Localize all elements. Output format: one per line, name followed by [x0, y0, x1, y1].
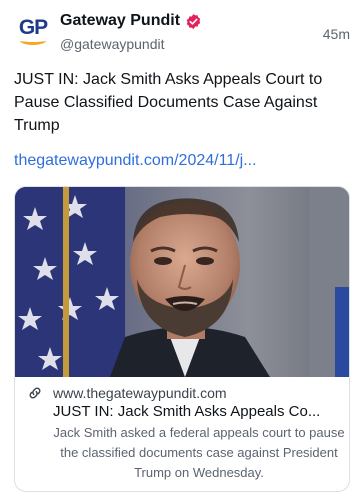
post-link[interactable]: thegatewaypundit.com/2024/11/j... [14, 152, 257, 170]
verified-badge-icon [186, 13, 201, 29]
display-name[interactable]: Gateway Pundit [60, 12, 180, 30]
name-row: Gateway Pundit [60, 12, 202, 30]
avatar[interactable]: GP [14, 12, 52, 50]
card-domain-row: www.thegatewaypundit.com [27, 385, 227, 401]
card-meta: www.thegatewaypundit.com JUST IN: Jack S… [15, 377, 349, 491]
link-icon [29, 387, 41, 399]
card-image [15, 187, 349, 377]
post-time[interactable]: 45m [323, 26, 350, 42]
avatar-swoosh [20, 36, 46, 45]
card-description: Jack Smith asked a federal appeals court… [53, 425, 345, 480]
avatar-logo-text: GP [18, 15, 48, 39]
post-text: JUST IN: Jack Smith Asks Appeals Court t… [14, 71, 323, 134]
card-domain: www.thegatewaypundit.com [53, 385, 227, 401]
link-preview-card[interactable]: www.thegatewaypundit.com JUST IN: Jack S… [14, 186, 350, 492]
handle[interactable]: @gatewaypundit [60, 36, 165, 52]
card-title[interactable]: JUST IN: Jack Smith Asks Appeals Co... [53, 403, 343, 420]
